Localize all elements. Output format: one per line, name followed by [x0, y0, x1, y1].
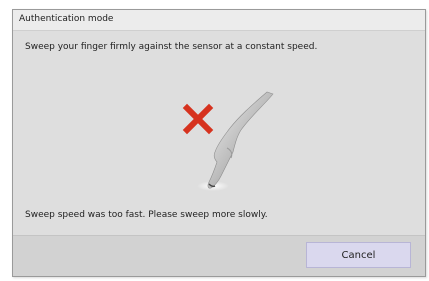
dialog-footer: Cancel [13, 235, 425, 276]
authentication-dialog: Authentication mode Sweep your finger fi… [12, 9, 426, 277]
instruction-text: Sweep your finger firmly against the sen… [25, 42, 318, 52]
red-x-icon [182, 103, 214, 135]
sweep-illustration [181, 90, 281, 200]
dialog-titlebar: Authentication mode [13, 10, 425, 31]
cancel-button[interactable]: Cancel [306, 242, 411, 268]
dialog-title: Authentication mode [19, 14, 114, 24]
status-message: Sweep speed was too fast. Please sweep m… [25, 210, 268, 220]
